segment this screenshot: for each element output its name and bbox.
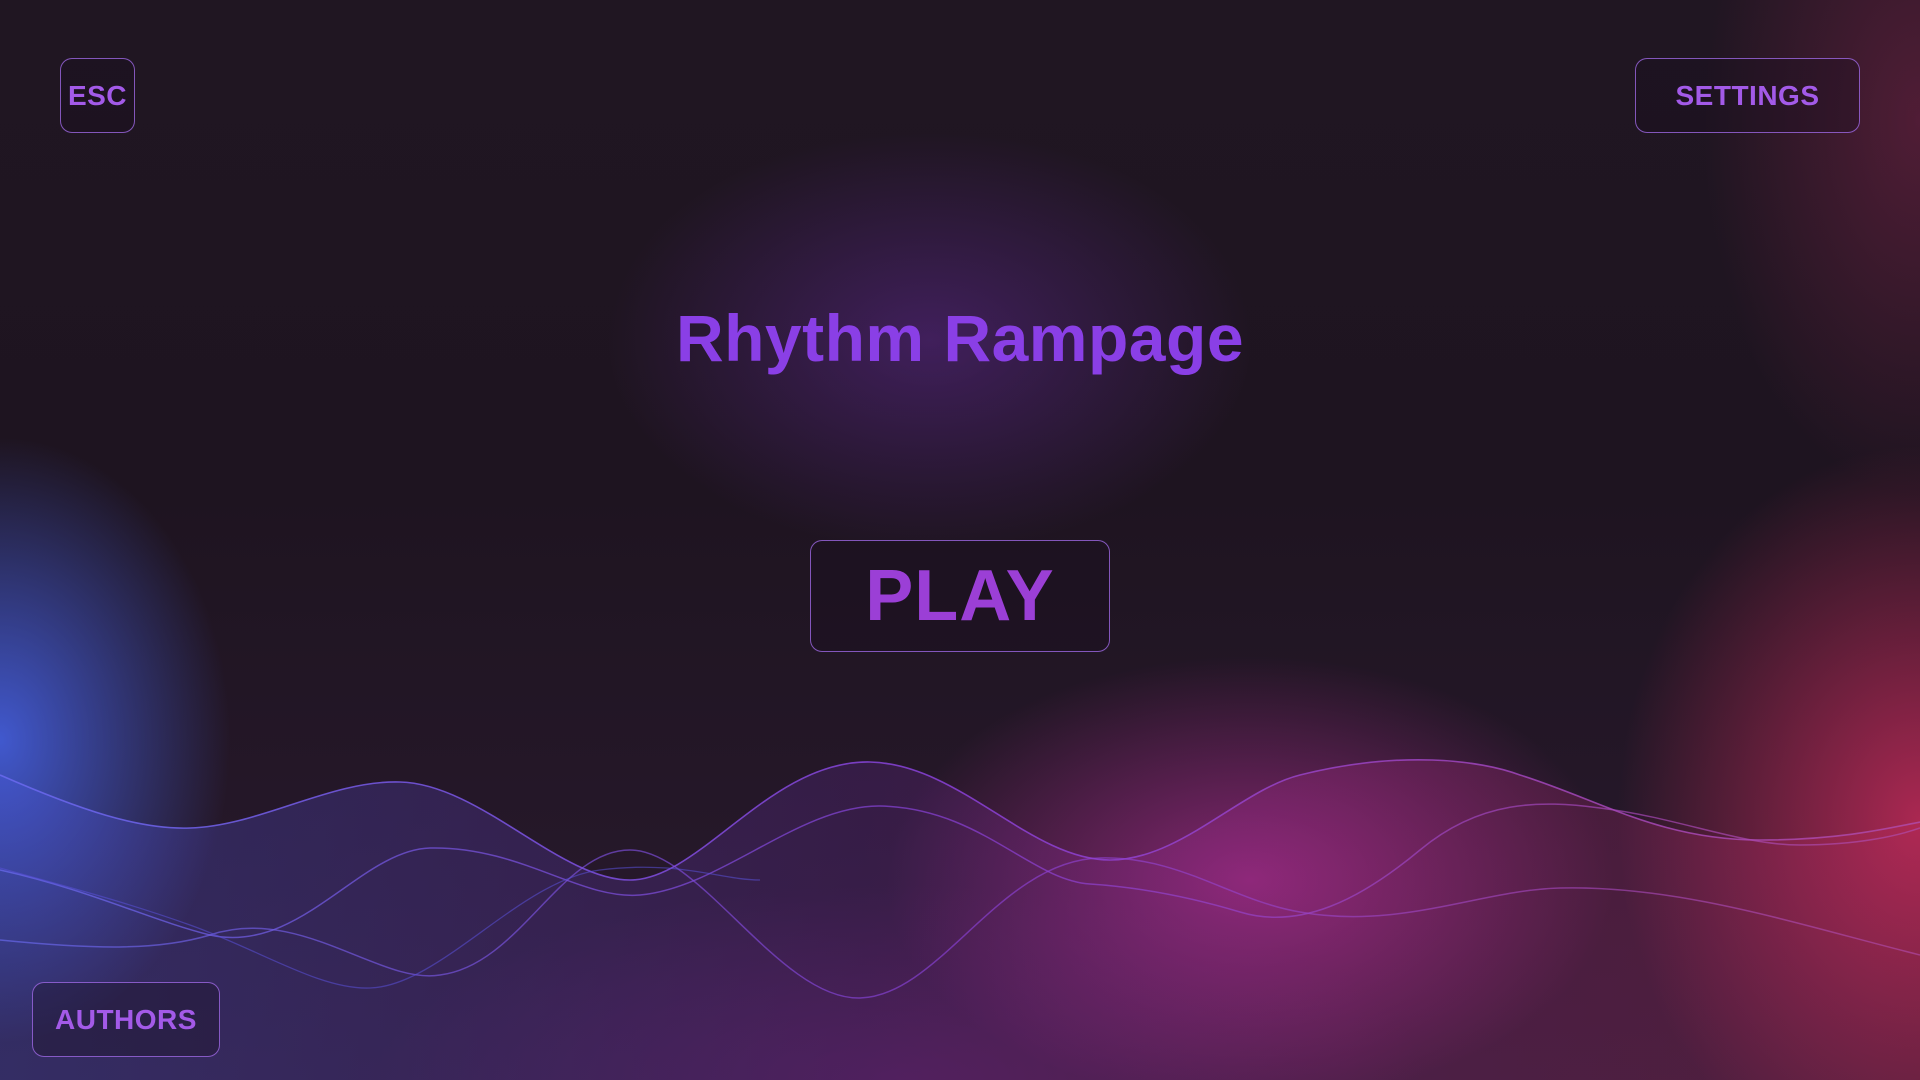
settings-button[interactable]: SETTINGS (1635, 58, 1860, 133)
play-button[interactable]: PLAY (810, 540, 1110, 652)
main-menu-screen: ESC SETTINGS Rhythm Rampage PLAY AUTHORS (0, 0, 1920, 1080)
authors-button[interactable]: AUTHORS (32, 982, 220, 1057)
wave-band-1 (0, 759, 1920, 1080)
game-title: Rhythm Rampage (675, 301, 1245, 375)
esc-button[interactable]: ESC (60, 58, 135, 133)
